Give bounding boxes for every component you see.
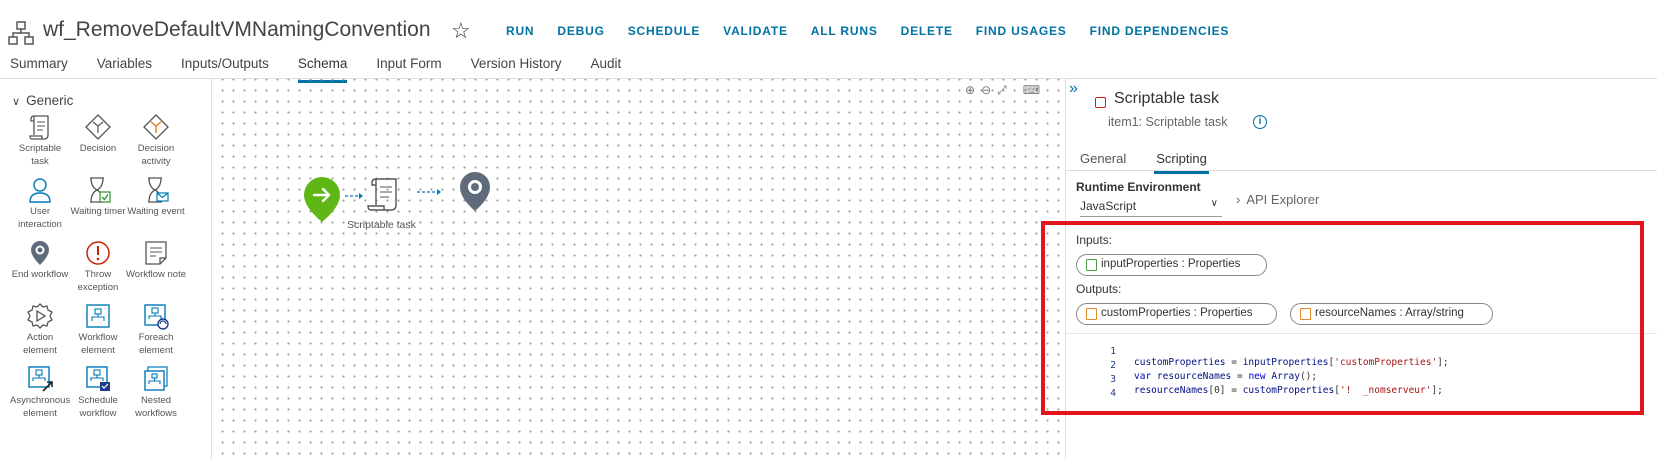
palette-item-label: Decision: [79, 143, 117, 154]
palette-item-label: End workflow: [11, 269, 69, 280]
scroll-icon: [29, 115, 49, 140]
palette-item-label: Asynchronous element: [10, 395, 71, 419]
api-explorer-label: API Explorer: [1246, 192, 1320, 207]
workflow-diagram: [304, 172, 490, 222]
async-icon: [28, 366, 53, 392]
element-palette: ∨ Generic Scriptable task Decision Decisi…: [0, 79, 212, 459]
palette-item-label: Schedule workflow: [78, 395, 118, 419]
decision-activity-icon: [143, 114, 169, 140]
nested-icon: [144, 366, 168, 391]
panel-title: Scriptable task: [1114, 90, 1219, 107]
workflow-icon: [86, 304, 110, 328]
palette-item-label: Foreach element: [138, 332, 174, 356]
palette-item-throw-exception[interactable]: Throw exception: [68, 239, 128, 294]
schema-canvas[interactable]: ⊕ ⊖ ⤢ ⌨ Scriptable task: [213, 79, 1065, 459]
palette-item-decision[interactable]: Decision: [68, 113, 128, 156]
palette-item-waiting-timer[interactable]: Waiting timer: [68, 176, 128, 219]
runtime-environment-select[interactable]: JavaScript ∨: [1080, 198, 1222, 217]
tab-version-history[interactable]: Version History: [471, 54, 562, 80]
main-tabs: Summary Variables Inputs/Outputs Schema …: [10, 54, 650, 83]
palette-item-label: Nested workflows: [135, 395, 177, 419]
panel-subtitle: item1: Scriptable task: [1108, 115, 1228, 129]
palette-group-label: Generic: [26, 93, 74, 108]
api-explorer-toggle[interactable]: › API Explorer: [1236, 192, 1319, 207]
workflow-tree-icon: [8, 21, 34, 45]
schedule-icon: [86, 366, 110, 391]
palette-item-action-element[interactable]: Action element: [10, 302, 70, 357]
runtime-environment-value: JavaScript: [1080, 199, 1137, 213]
run-button[interactable]: RUN: [506, 24, 534, 38]
find-usages-button[interactable]: FIND USAGES: [976, 24, 1067, 38]
action-bar: RUN DEBUG SCHEDULE VALIDATE ALL RUNS DEL…: [506, 24, 1252, 38]
chevron-down-icon: ∨: [12, 96, 21, 108]
palette-item-workflow-element[interactable]: Workflow element: [68, 302, 128, 357]
chevron-right-icon: ›: [1236, 192, 1241, 207]
user-icon: [29, 178, 51, 203]
palette-item-label: Waiting timer: [70, 206, 126, 217]
palette-item-label: Action element: [23, 332, 57, 356]
hourglass-timer-icon: [90, 177, 111, 203]
tab-inputs-outputs[interactable]: Inputs/Outputs: [181, 54, 269, 80]
palette-item-label: Scriptable task: [18, 143, 62, 167]
debug-button[interactable]: DEBUG: [557, 24, 604, 38]
decision-icon: [85, 114, 111, 140]
palette-item-waiting-event[interactable]: Waiting event: [126, 176, 186, 219]
tab-summary[interactable]: Summary: [10, 54, 68, 80]
end-node[interactable]: [460, 172, 490, 211]
arrowhead: [359, 193, 363, 199]
favorite-star-icon[interactable]: ☆: [451, 20, 471, 42]
palette-item-nested-workflows[interactable]: Nested workflows: [126, 365, 186, 420]
palette-item-end-workflow[interactable]: End workflow: [10, 239, 70, 282]
find-dependencies-button[interactable]: FIND DEPENDENCIES: [1090, 24, 1230, 38]
exception-icon: [86, 241, 110, 265]
palette-item-decision-activity[interactable]: Decision activity: [126, 113, 186, 168]
all-runs-button[interactable]: ALL RUNS: [811, 24, 878, 38]
arrowhead: [437, 189, 441, 195]
tab-input-form[interactable]: Input Form: [376, 54, 441, 80]
palette-item-scriptable-task[interactable]: Scriptable task: [10, 113, 70, 168]
palette-item-schedule-workflow[interactable]: Schedule workflow: [68, 365, 128, 420]
workflow-title: wf_RemoveDefaultVMNamingConvention: [43, 18, 431, 41]
tab-audit[interactable]: Audit: [590, 54, 621, 80]
end-pin-icon: [31, 241, 49, 265]
palette-group-generic[interactable]: ∨ Generic: [12, 93, 73, 108]
palette-item-label: Workflow note: [126, 269, 187, 280]
palette-item-asynchronous-element[interactable]: Asynchronous element: [10, 365, 70, 420]
panel-tabs: General Scripting: [1080, 151, 1237, 174]
palette-item-label: Throw exception: [77, 269, 119, 293]
tab-scripting[interactable]: Scripting: [1154, 151, 1209, 174]
info-icon[interactable]: i: [1253, 115, 1267, 129]
tab-variables[interactable]: Variables: [97, 54, 152, 80]
highlight-box: [1041, 221, 1644, 415]
tab-schema[interactable]: Schema: [297, 54, 347, 83]
palette-item-foreach-element[interactable]: Foreach element: [126, 302, 186, 357]
palette-item-workflow-note[interactable]: Workflow note: [126, 239, 186, 282]
validate-button[interactable]: VALIDATE: [723, 24, 788, 38]
panel-tab-divider: [1066, 170, 1657, 171]
palette-item-label: User interaction: [18, 206, 62, 230]
task-node-label: Scriptable task: [347, 219, 416, 231]
header: wf_RemoveDefaultVMNamingConvention ☆ RUN…: [0, 0, 1657, 58]
scriptable-task-node[interactable]: [367, 178, 397, 211]
palette-item-label: Decision activity: [137, 143, 175, 167]
palette-item-label: Waiting event: [127, 206, 185, 217]
start-node[interactable]: [304, 177, 340, 222]
scriptable-task-icon: [1095, 97, 1106, 108]
foreach-icon: [144, 304, 169, 330]
palette-item-label: Workflow element: [78, 332, 118, 356]
hourglass-event-icon: [148, 177, 169, 203]
schedule-button[interactable]: SCHEDULE: [628, 24, 700, 38]
note-icon: [145, 241, 167, 265]
runtime-environment-label: Runtime Environment: [1076, 180, 1201, 194]
palette-item-user-interaction[interactable]: User interaction: [10, 176, 70, 231]
delete-button[interactable]: DELETE: [901, 24, 953, 38]
tab-general[interactable]: General: [1080, 151, 1126, 166]
gear-icon: [27, 303, 53, 329]
chevron-down-icon: ∨: [1210, 198, 1218, 209]
collapse-panel-icon[interactable]: »: [1069, 80, 1078, 98]
